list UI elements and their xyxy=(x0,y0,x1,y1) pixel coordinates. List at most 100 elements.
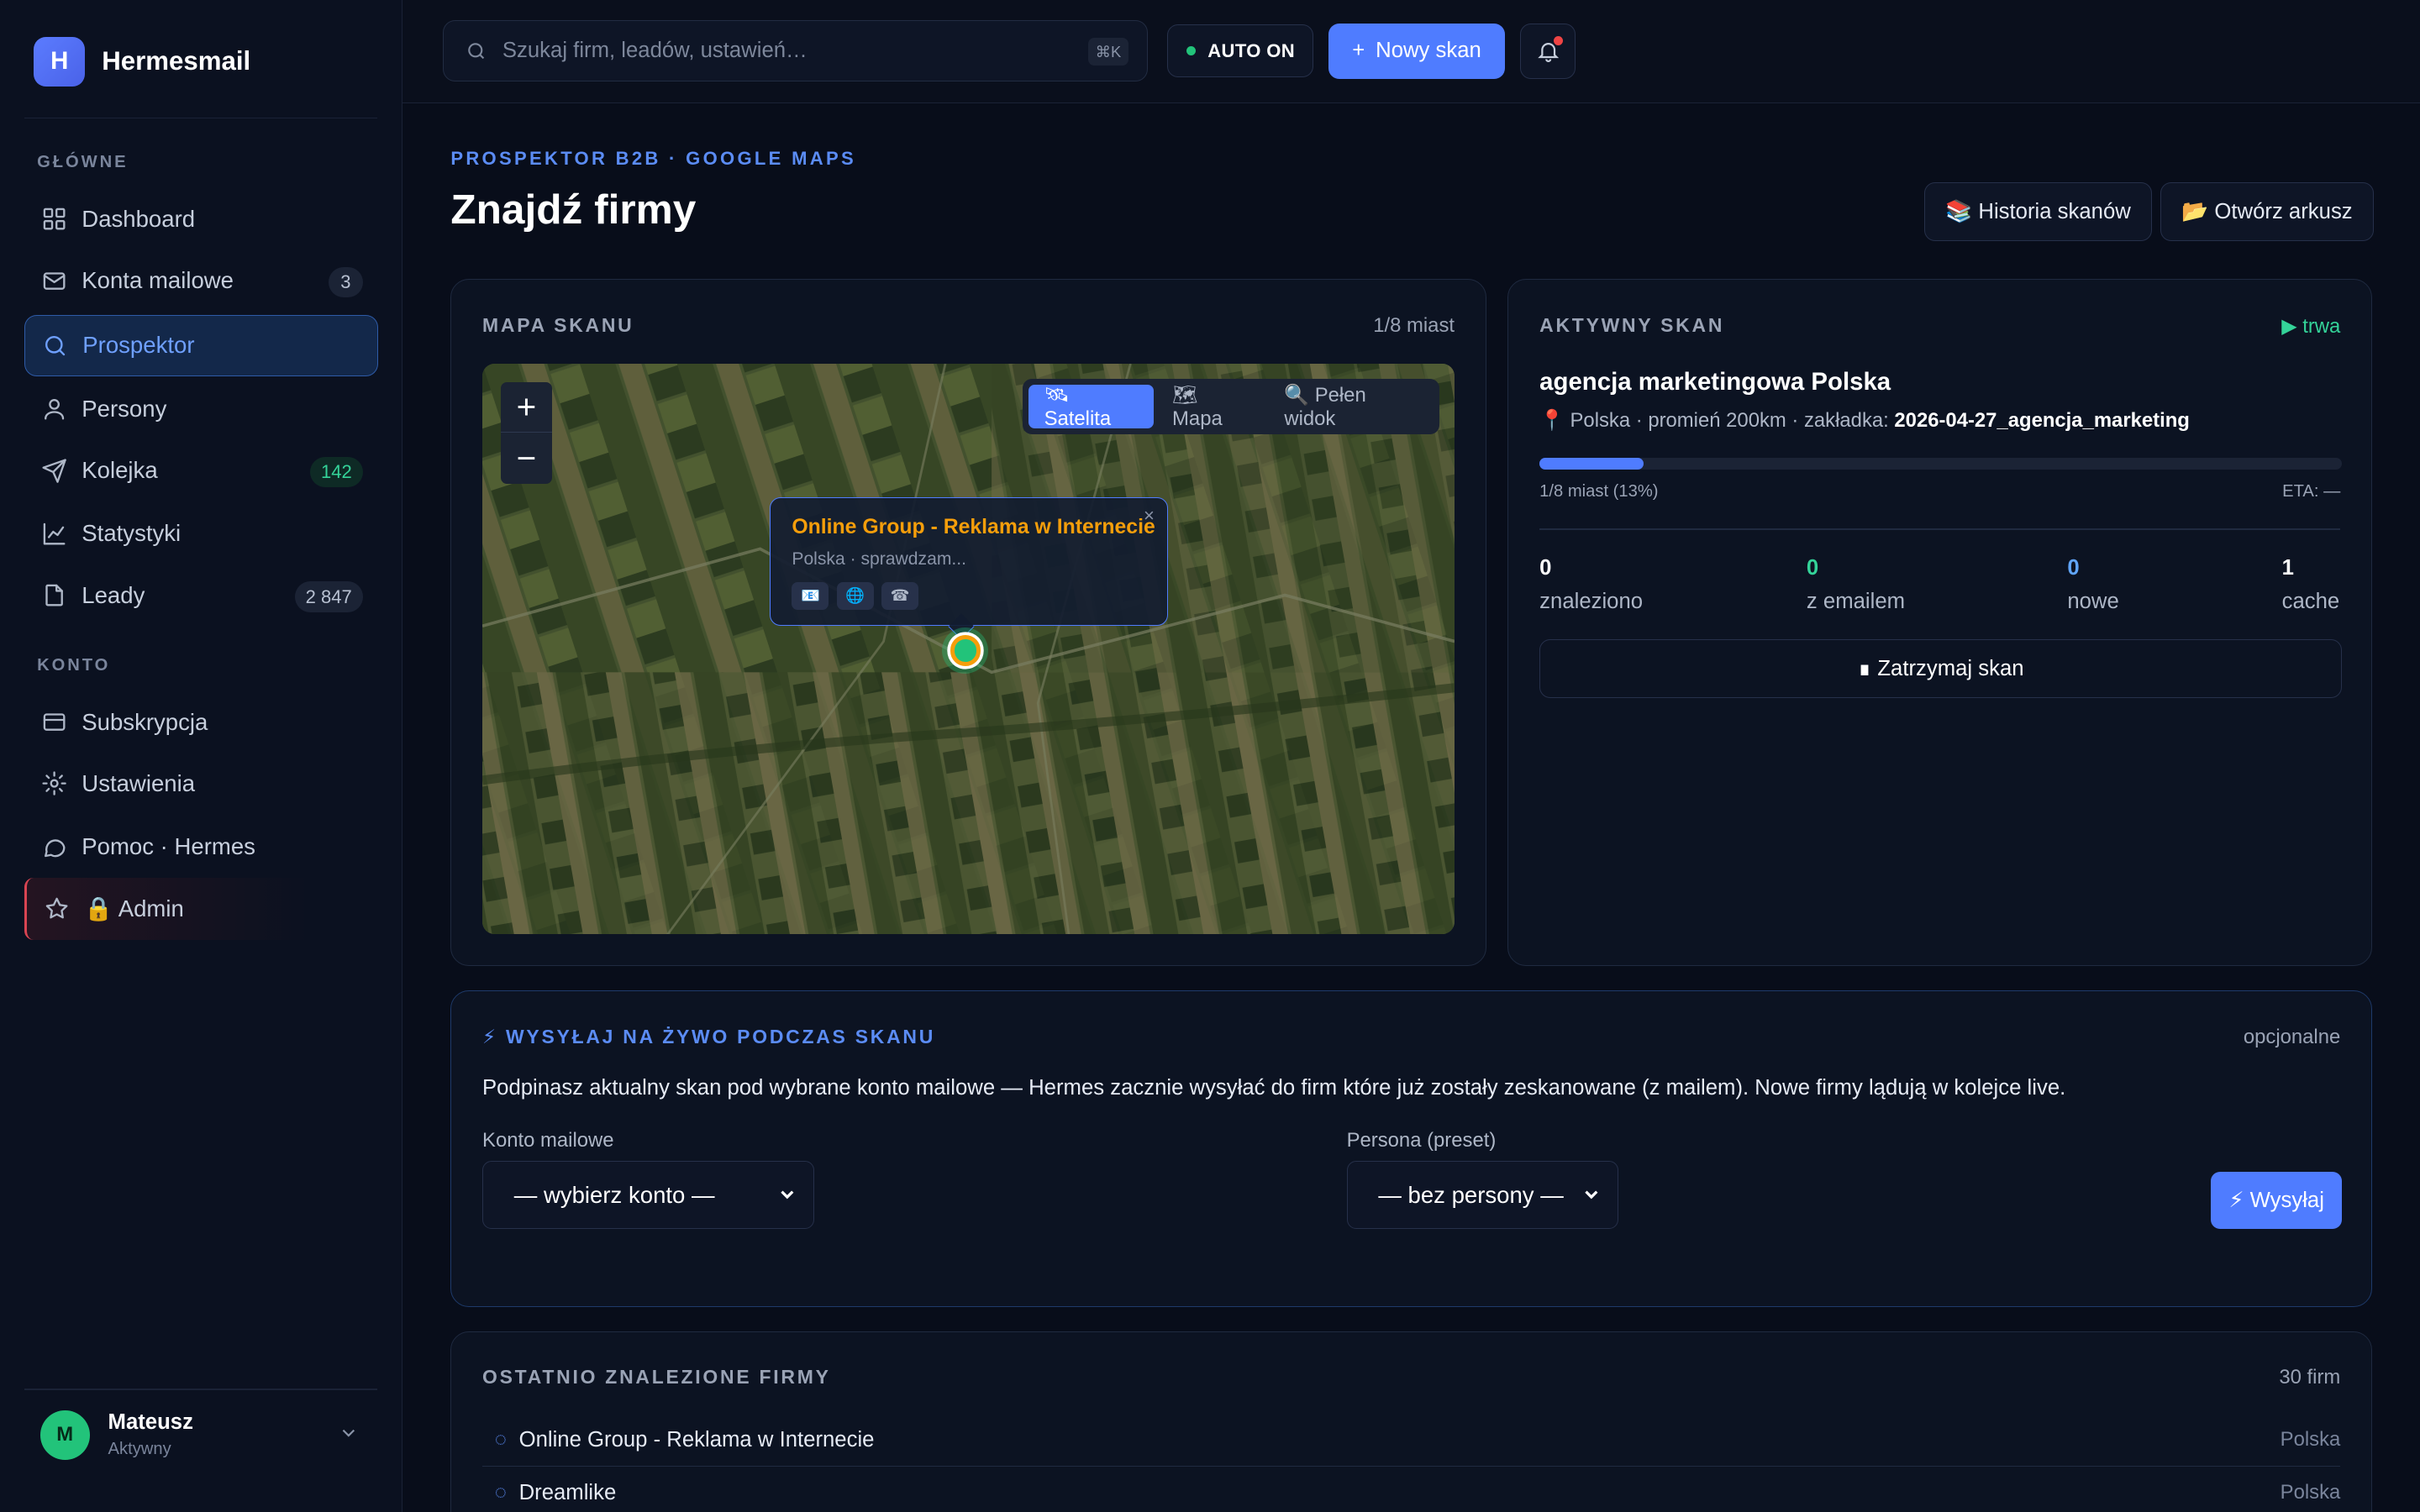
stat-new: 0 nowe xyxy=(2067,556,2118,614)
view-fullscreen-button[interactable]: 🔍 Pełen widok xyxy=(1269,384,1433,430)
topbar: ⌘K AUTO ON + Nowy skan xyxy=(402,0,2420,104)
status-dot xyxy=(1186,46,1196,56)
popup-subtitle: Polska · sprawdzam... xyxy=(792,549,967,569)
sidebar-item-label: Konta mailowe xyxy=(82,267,234,294)
scan-meta: 📍 Polska · promień 200km · zakładka: 202… xyxy=(1539,408,2190,433)
satellite-map[interactable]: + − 🛰 Satelita 🗺 Mapa 🔍 Pełen widok Onli… xyxy=(482,363,1455,935)
company-name: Online Group - Reklama w Internecie xyxy=(518,1427,875,1452)
email-icon[interactable]: 📧 xyxy=(792,581,829,610)
notifications-button[interactable] xyxy=(1520,23,1576,79)
mail-account-select[interactable]: — wybierz konto — xyxy=(482,1161,814,1229)
map-view-toggle: 🛰 Satelita 🗺 Mapa 🔍 Pełen widok xyxy=(1022,378,1439,435)
stat-label: nowe xyxy=(2067,590,2119,614)
sidebar-item-label: Prospektor xyxy=(82,332,195,359)
map-progress: 1/8 miast xyxy=(1373,313,1455,337)
new-scan-button[interactable]: + Nowy skan xyxy=(1328,23,1505,79)
select-value: — bez persony — xyxy=(1378,1181,1564,1208)
user-name: Mateusz xyxy=(108,1410,193,1435)
sidebar-item-dashboard[interactable]: Dashboard xyxy=(24,188,378,249)
map-popup: Online Group - Reklama w Internecie Pols… xyxy=(769,497,1168,640)
chat-icon xyxy=(40,833,68,861)
scan-status: ▶ trwa xyxy=(2281,314,2341,338)
stat-cache: 1 cache xyxy=(2282,556,2340,614)
list-item[interactable]: ◌ Dreamlike Polska xyxy=(482,1467,2341,1512)
sidebar-item-label: Subskrypcja xyxy=(82,708,208,735)
notification-dot xyxy=(1553,36,1563,46)
recent-companies-card: OSTATNIO ZNALEZIONE FIRMY 30 firm ◌ Onli… xyxy=(450,1331,2372,1512)
sidebar-item-stats[interactable]: Statystyki xyxy=(24,503,378,564)
app-name: Hermesmail xyxy=(102,46,251,76)
stat-label: znaleziono xyxy=(1539,590,1644,614)
zoom-in-button[interactable]: + xyxy=(501,382,552,433)
phone-icon[interactable]: ☎ xyxy=(881,581,918,610)
sidebar-item-label: Pomoc · Hermes xyxy=(82,833,255,860)
auto-toggle[interactable]: AUTO ON xyxy=(1166,24,1314,77)
count-badge: 3 xyxy=(329,266,363,298)
zoom-controls: + − xyxy=(501,381,552,484)
section-label-main: GŁÓWNE xyxy=(37,152,129,171)
scan-progress-fill xyxy=(1539,457,1644,470)
search-icon xyxy=(468,42,485,59)
company-country: Polska xyxy=(2280,1481,2341,1504)
zoom-out-button[interactable]: − xyxy=(501,433,552,484)
sidebar-item-queue[interactable]: Kolejka 142 xyxy=(24,439,378,501)
globe-icon[interactable]: 🌐 xyxy=(836,581,874,610)
star-icon xyxy=(43,895,71,922)
sidebar-item-label: Statystyki xyxy=(82,520,182,547)
sidebar-item-help[interactable]: Pomoc · Hermes xyxy=(24,816,378,878)
scan-meta-text: 📍 Polska · promień 200km · zakładka: xyxy=(1539,408,1889,432)
sidebar-item-leads[interactable]: Leady 2 847 xyxy=(24,564,378,626)
stat-found: 0 znaleziono xyxy=(1539,556,1643,614)
popup-title: Online Group - Reklama w Internecie xyxy=(792,515,1155,538)
card-title: OSTATNIO ZNALEZIONE FIRMY xyxy=(482,1366,831,1389)
card-title: MAPA SKANU xyxy=(482,313,634,336)
close-icon[interactable]: × xyxy=(1144,505,1155,527)
loading-icon: ◌ xyxy=(494,1481,507,1504)
chevron-down-icon[interactable] xyxy=(338,1422,360,1444)
sheet-name: 2026-04-27_agencja_marketing xyxy=(1894,408,2190,432)
view-map-button[interactable]: 🗺 Mapa xyxy=(1157,384,1266,430)
live-send-description: Podpinasz aktualny skan pod wybrane kont… xyxy=(482,1076,2066,1100)
card-title: AKTYWNY SKAN xyxy=(1539,313,1725,336)
shortcut-hint: ⌘K xyxy=(1087,38,1129,66)
persona-select[interactable]: — bez persony — xyxy=(1346,1161,1618,1229)
send-live-button[interactable]: ⚡ Wysyłaj xyxy=(2211,1172,2343,1229)
sidebar-item-prospector[interactable]: Prospektor xyxy=(24,314,378,377)
sidebar-item-admin[interactable]: 🔒 Admin xyxy=(24,878,378,940)
app-logo: H xyxy=(34,37,86,87)
page-title: Znajdź firmy xyxy=(450,186,697,234)
stat-value: 1 xyxy=(2281,556,2294,580)
page-eyebrow: PROSPEKTOR B2B · GOOGLE MAPS xyxy=(450,148,856,170)
send-icon xyxy=(40,457,68,485)
field-label: Konto mailowe xyxy=(482,1128,614,1152)
list-item[interactable]: ◌ Online Group - Reklama w Internecie Po… xyxy=(482,1414,2341,1467)
sidebar-item-personas[interactable]: Persony xyxy=(24,378,378,439)
user-menu[interactable]: M Mateusz Aktywny xyxy=(39,1410,193,1460)
scan-history-button[interactable]: 📚 Historia skanów xyxy=(1924,181,2152,241)
card-title: ⚡ WYSYŁAJ NA ŻYWO PODCZAS SKANU xyxy=(482,1025,936,1047)
select-value: — wybierz konto — xyxy=(513,1181,715,1208)
sidebar-item-settings[interactable]: Ustawienia xyxy=(24,753,378,814)
open-sheet-button[interactable]: 📂 Otwórz arkusz xyxy=(2160,181,2374,241)
brand[interactable]: H Hermesmail xyxy=(34,37,250,87)
sidebar-item-subscription[interactable]: Subskrypcja xyxy=(24,691,378,753)
sidebar: H Hermesmail GŁÓWNE Dashboard Konta mail… xyxy=(0,0,403,1512)
company-name: Dreamlike xyxy=(518,1480,617,1504)
user-icon xyxy=(40,395,68,423)
plus-icon: + xyxy=(1352,39,1365,63)
view-satellite-button[interactable]: 🛰 Satelita xyxy=(1028,384,1155,430)
map-marker[interactable] xyxy=(942,627,989,674)
progress-label: 1/8 miast (13%) xyxy=(1539,482,1659,501)
sidebar-item-label: Leady xyxy=(82,581,145,608)
chevron-down-icon xyxy=(1585,1190,1598,1200)
search-input[interactable] xyxy=(502,39,1074,64)
stat-label: z emailem xyxy=(1806,590,1906,614)
loading-icon: ◌ xyxy=(494,1428,507,1452)
sidebar-item-label: 🔒 Admin xyxy=(84,895,184,922)
live-send-card: ⚡ WYSYŁAJ NA ŻYWO PODCZAS SKANU opcjonal… xyxy=(450,990,2372,1307)
stat-label: cache xyxy=(2281,590,2340,614)
sidebar-item-mail-accounts[interactable]: Konta mailowe 3 xyxy=(24,250,378,312)
search-box[interactable]: ⌘K xyxy=(443,19,1149,82)
stop-scan-button[interactable]: ∎ Zatrzymaj skan xyxy=(1539,639,2343,699)
section-label-account: KONTO xyxy=(37,655,111,675)
